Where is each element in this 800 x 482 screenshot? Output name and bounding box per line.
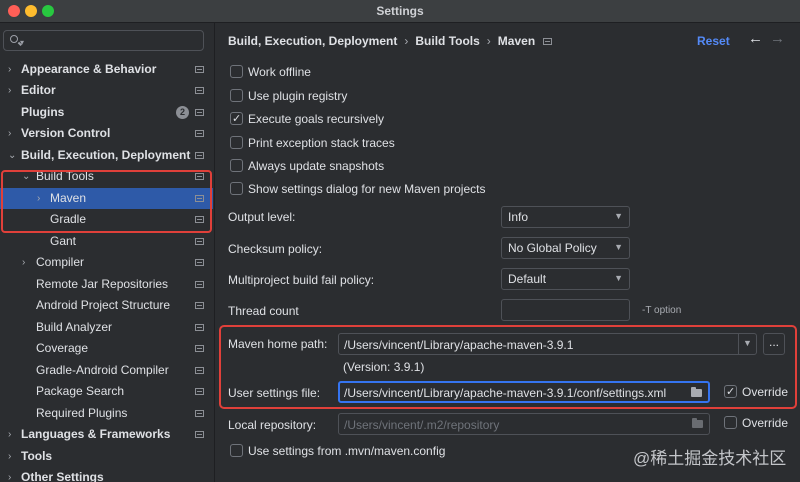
chevron-down-icon[interactable]: ⌄	[22, 166, 30, 187]
sidebar-item-remote-jar[interactable]: Remote Jar Repositories	[0, 274, 213, 295]
update-snapshots-checkbox[interactable]	[230, 159, 243, 172]
project-level-icon	[195, 173, 204, 180]
project-level-icon	[195, 431, 204, 438]
fail-policy-select[interactable]: Default ▼	[501, 268, 630, 290]
project-level-icon	[543, 38, 553, 46]
fail-policy-label: Multiproject build fail policy:	[228, 273, 375, 287]
project-level-icon	[195, 345, 204, 352]
sidebar-item-version-control[interactable]: › Version Control	[0, 123, 213, 144]
forward-arrow-icon[interactable]: →	[770, 30, 785, 47]
sidebar-item-build-analyzer[interactable]: Build Analyzer	[0, 317, 213, 338]
title-bar: Settings	[0, 0, 800, 23]
settings-sidebar: ▾ › Appearance & Behavior › Editor Plugi…	[0, 23, 215, 482]
window-title: Settings	[376, 4, 424, 18]
chevron-right-icon[interactable]: ›	[8, 123, 11, 144]
chevron-down-icon: ▼	[614, 242, 623, 252]
plugin-registry-checkbox[interactable]	[230, 89, 243, 102]
sidebar-item-maven[interactable]: › Maven	[0, 188, 213, 209]
folder-icon[interactable]	[692, 418, 703, 428]
chevron-down-icon: ▼	[614, 211, 623, 221]
thread-count-hint: -T option	[642, 305, 682, 316]
user-settings-field[interactable]: /Users/vincent/Library/apache-maven-3.9.…	[338, 381, 710, 403]
execute-recursively-checkbox[interactable]	[230, 110, 243, 128]
output-level-select[interactable]: Info ▼	[501, 206, 630, 228]
project-level-icon	[195, 259, 204, 266]
chevron-down-icon[interactable]: ⌄	[8, 145, 16, 166]
project-level-icon	[195, 87, 204, 94]
settings-content: Build, Execution, Deployment › Build Tools…	[215, 23, 800, 482]
project-level-icon	[195, 216, 204, 223]
sidebar-item-gradle-android[interactable]: Gradle-Android Compiler	[0, 360, 213, 381]
user-settings-override-checkbox[interactable]	[724, 383, 737, 401]
use-mvn-config-checkbox[interactable]	[230, 444, 243, 457]
reset-link[interactable]: Reset	[697, 34, 730, 48]
project-level-icon	[195, 195, 204, 202]
project-level-icon	[195, 388, 204, 395]
chevron-right-icon[interactable]: ›	[8, 80, 11, 101]
output-level-label: Output level:	[228, 210, 296, 224]
project-level-icon	[195, 152, 204, 159]
chevron-right-icon[interactable]: ›	[8, 424, 11, 445]
project-level-icon	[195, 66, 204, 73]
sidebar-item-android-structure[interactable]: Android Project Structure	[0, 295, 213, 316]
chevron-right-icon[interactable]: ›	[8, 467, 11, 482]
chevron-down-icon: ▼	[614, 273, 623, 283]
folder-icon[interactable]	[691, 387, 702, 397]
sidebar-item-editor[interactable]: › Editor	[0, 80, 213, 101]
sidebar-item-appearance[interactable]: › Appearance & Behavior	[0, 59, 213, 80]
sidebar-item-required-plugins[interactable]: Required Plugins	[0, 403, 213, 424]
search-input[interactable]: ▾	[3, 30, 204, 51]
sidebar-item-compiler[interactable]: › Compiler	[0, 252, 213, 273]
show-dialog-checkbox[interactable]	[230, 182, 243, 195]
updates-badge: 2	[176, 106, 189, 119]
project-level-icon	[195, 367, 204, 374]
breadcrumb-item: Maven	[497, 34, 536, 48]
project-level-icon	[195, 410, 204, 417]
print-stack-checkbox[interactable]	[230, 136, 243, 149]
project-level-icon	[195, 109, 204, 116]
project-level-icon	[195, 238, 204, 245]
sidebar-item-gant[interactable]: Gant	[0, 231, 213, 252]
local-repo-override-checkbox[interactable]	[724, 416, 737, 429]
sidebar-item-package-search[interactable]: Package Search	[0, 381, 213, 402]
chevron-right-icon[interactable]: ›	[22, 252, 25, 273]
maven-version: (Version: 3.9.1)	[343, 360, 425, 374]
sidebar-item-plugins[interactable]: Plugins 2	[0, 102, 213, 123]
breadcrumb-item[interactable]: Build Tools	[415, 34, 479, 48]
local-repo-label: Local repository:	[228, 418, 317, 432]
breadcrumb-item[interactable]: Build, Execution, Deployment	[228, 34, 397, 48]
chevron-down-icon: ▼	[743, 338, 752, 348]
checksum-policy-label: Checksum policy:	[228, 242, 323, 256]
local-repo-field[interactable]: /Users/vincent/.m2/repository	[338, 413, 710, 435]
work-offline-checkbox[interactable]	[230, 65, 243, 78]
user-settings-label: User settings file:	[228, 386, 321, 400]
maven-home-label: Maven home path:	[228, 337, 328, 351]
checksum-policy-select[interactable]: No Global Policy ▼	[501, 237, 630, 259]
project-level-icon	[195, 281, 204, 288]
sidebar-item-build-execution[interactable]: ⌄ Build, Execution, Deployment	[0, 145, 213, 166]
sidebar-item-build-tools[interactable]: ⌄ Build Tools	[0, 166, 213, 187]
sidebar-item-languages[interactable]: › Languages & Frameworks	[0, 424, 213, 445]
search-options-icon[interactable]: ▾	[20, 39, 24, 47]
project-level-icon	[195, 130, 204, 137]
maven-home-field[interactable]: /Users/vincent/Library/apache-maven-3.9.…	[338, 333, 757, 355]
back-arrow-icon[interactable]: ←	[748, 30, 763, 47]
browse-button[interactable]: ...	[763, 333, 785, 355]
chevron-right-icon[interactable]: ›	[8, 446, 11, 467]
chevron-right-icon[interactable]: ›	[8, 59, 11, 80]
sidebar-item-tools[interactable]: › Tools	[0, 446, 213, 467]
project-level-icon	[195, 324, 204, 331]
thread-count-label: Thread count	[228, 304, 299, 318]
watermark: @稀土掘金技术社区	[633, 449, 787, 468]
sidebar-item-coverage[interactable]: Coverage	[0, 338, 213, 359]
search-icon	[10, 35, 18, 43]
sidebar-item-other-settings[interactable]: › Other Settings	[0, 467, 213, 482]
sidebar-item-gradle[interactable]: Gradle	[0, 209, 213, 230]
maven-home-dropdown[interactable]: ▼	[738, 334, 756, 354]
thread-count-input[interactable]	[501, 299, 630, 321]
breadcrumb: Build, Execution, Deployment › Build Tools…	[228, 34, 553, 48]
chevron-right-icon[interactable]: ›	[37, 188, 40, 209]
project-level-icon	[195, 302, 204, 309]
